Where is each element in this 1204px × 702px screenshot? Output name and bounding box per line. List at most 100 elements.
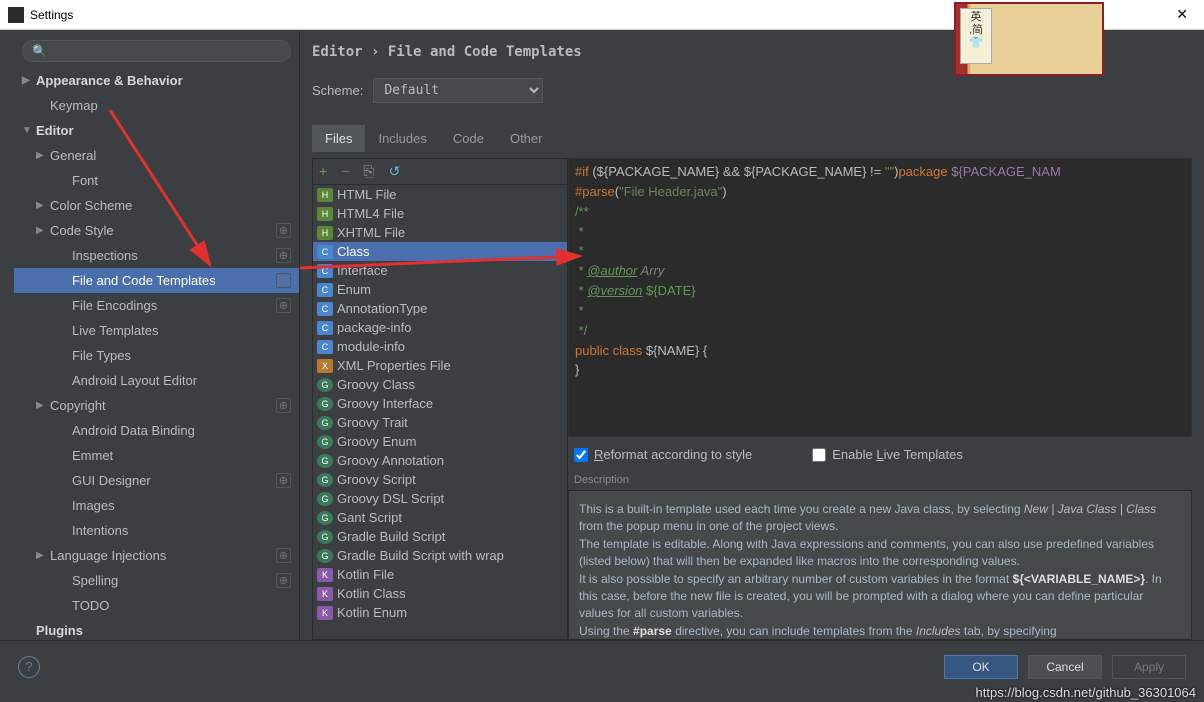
scheme-label: Scheme: — [312, 83, 363, 98]
template-item-package-info[interactable]: Cpackage-info — [313, 318, 567, 337]
sidebar-item-intentions[interactable]: Intentions — [14, 518, 299, 543]
template-item-interface[interactable]: CInterface — [313, 261, 567, 280]
template-item-groovy-dsl-script[interactable]: GGroovy DSL Script — [313, 489, 567, 508]
template-item-label: AnnotationType — [337, 301, 427, 316]
reformat-checkbox-label[interactable]: Reformat according to style — [574, 447, 752, 462]
sidebar-item-images[interactable]: Images — [14, 493, 299, 518]
sidebar-item-spelling[interactable]: Spelling⊕ — [14, 568, 299, 593]
template-item-label: Gant Script — [337, 510, 402, 525]
sidebar-item-gui-designer[interactable]: GUI Designer⊕ — [14, 468, 299, 493]
groovy-icon: G — [317, 378, 333, 392]
template-item-class[interactable]: CClass — [313, 242, 567, 261]
sidebar-item-label: Plugins — [36, 623, 83, 638]
sidebar-item-label: Live Templates — [72, 323, 158, 338]
reformat-checkbox[interactable] — [574, 448, 588, 462]
sidebar-item-code-style[interactable]: ▶Code Style⊕ — [14, 218, 299, 243]
groovy-icon: G — [317, 473, 333, 487]
reset-icon[interactable]: ↺ — [389, 163, 401, 180]
sidebar-item-file-and-code-templates[interactable]: File and Code Templates⊕ — [14, 268, 299, 293]
ok-button[interactable]: OK — [944, 655, 1018, 679]
template-list[interactable]: HHTML FileHHTML4 FileHXHTML FileCClassCI… — [313, 185, 567, 639]
template-item-enum[interactable]: CEnum — [313, 280, 567, 299]
template-item-gradle-build-script[interactable]: GGradle Build Script — [313, 527, 567, 546]
sidebar-item-label: Color Scheme — [50, 198, 132, 213]
scope-icon: ⊕ — [276, 473, 291, 488]
tree-arrow-icon: ▶ — [36, 550, 50, 561]
sidebar-item-label: Spelling — [72, 573, 118, 588]
sidebar-item-label: Images — [72, 498, 115, 513]
template-item-module-info[interactable]: Cmodule-info — [313, 337, 567, 356]
scope-icon: ⊕ — [276, 273, 291, 288]
template-list-panel: + − ⎘ ↺ HHTML FileHHTML4 FileHXHTML File… — [312, 158, 568, 640]
tab-other[interactable]: Other — [497, 125, 556, 152]
template-item-gant-script[interactable]: GGant Script — [313, 508, 567, 527]
description-label: Description — [568, 472, 1192, 488]
sidebar-item-copyright[interactable]: ▶Copyright⊕ — [14, 393, 299, 418]
template-item-xhtml-file[interactable]: HXHTML File — [313, 223, 567, 242]
class-icon: C — [317, 302, 333, 316]
description-text: This is a built-in template used each ti… — [568, 490, 1192, 640]
template-item-label: Gradle Build Script — [337, 529, 445, 544]
sidebar-item-android-data-binding[interactable]: Android Data Binding — [14, 418, 299, 443]
sidebar-item-font[interactable]: Font — [14, 168, 299, 193]
live-templates-checkbox[interactable] — [812, 448, 826, 462]
sidebar-item-appearance-behavior[interactable]: ▶Appearance & Behavior — [14, 68, 299, 93]
template-item-label: Kotlin Enum — [337, 605, 407, 620]
search-input[interactable] — [22, 40, 291, 62]
help-icon[interactable]: ? — [18, 656, 40, 678]
tab-code[interactable]: Code — [440, 125, 497, 152]
template-item-kotlin-class[interactable]: KKotlin Class — [313, 584, 567, 603]
sidebar-item-file-types[interactable]: File Types — [14, 343, 299, 368]
sidebar-item-file-encodings[interactable]: File Encodings⊕ — [14, 293, 299, 318]
template-item-kotlin-enum[interactable]: KKotlin Enum — [313, 603, 567, 622]
settings-sidebar: 🔍 ▶Appearance & BehaviorKeymap▼Editor▶Ge… — [0, 30, 300, 640]
template-item-groovy-trait[interactable]: GGroovy Trait — [313, 413, 567, 432]
sidebar-item-language-injections[interactable]: ▶Language Injections⊕ — [14, 543, 299, 568]
settings-tree[interactable]: ▶Appearance & Behavior Keymap ▼Editor▶Gene… — [14, 68, 299, 640]
template-item-label: Interface — [337, 263, 388, 278]
sidebar-item-label: Intentions — [72, 523, 128, 538]
template-item-xml-properties-file[interactable]: XXML Properties File — [313, 356, 567, 375]
close-icon[interactable]: ✕ — [1168, 6, 1196, 23]
sidebar-item-live-templates[interactable]: Live Templates — [14, 318, 299, 343]
template-item-groovy-interface[interactable]: GGroovy Interface — [313, 394, 567, 413]
sidebar-item-android-layout-editor[interactable]: Android Layout Editor — [14, 368, 299, 393]
sidebar-item-editor[interactable]: ▼Editor — [14, 118, 299, 143]
template-item-gradle-build-script-with-wrap[interactable]: GGradle Build Script with wrap — [313, 546, 567, 565]
remove-icon[interactable]: − — [341, 163, 349, 180]
sidebar-item-inspections[interactable]: Inspections⊕ — [14, 243, 299, 268]
template-item-groovy-class[interactable]: G Groovy Class — [313, 375, 567, 394]
template-item-groovy-script[interactable]: GGroovy Script — [313, 470, 567, 489]
template-item-html4-file[interactable]: HHTML4 File — [313, 204, 567, 223]
sidebar-item-plugins[interactable]: Plugins — [14, 618, 299, 640]
template-item-kotlin-file[interactable]: KKotlin File — [313, 565, 567, 584]
live-templates-checkbox-label[interactable]: Enable Live Templates — [812, 447, 963, 462]
template-item-groovy-enum[interactable]: GGroovy Enum — [313, 432, 567, 451]
sidebar-item-general[interactable]: ▶General — [14, 143, 299, 168]
groovy-icon: G — [317, 492, 333, 506]
scheme-select[interactable]: Default — [373, 78, 543, 103]
apply-button[interactable]: Apply — [1112, 655, 1186, 679]
template-item-html-file[interactable]: HHTML File — [313, 185, 567, 204]
sidebar-item-label: Language Injections — [50, 548, 166, 563]
sidebar-item-label: Keymap — [50, 98, 98, 113]
scope-icon: ⊕ — [276, 298, 291, 313]
tab-files[interactable]: Files — [312, 125, 365, 152]
template-item-annotationtype[interactable]: C AnnotationType — [313, 299, 567, 318]
template-item-label: Groovy Class — [337, 377, 415, 392]
tab-includes[interactable]: Includes — [365, 125, 439, 152]
main-panel: Editor › File and Code Templates Scheme:… — [300, 30, 1204, 640]
template-item-groovy-annotation[interactable]: GGroovy Annotation — [313, 451, 567, 470]
sidebar-item-label: Copyright — [50, 398, 106, 413]
sidebar-item-label: File Types — [72, 348, 131, 363]
copy-icon[interactable]: ⎘ — [363, 163, 374, 180]
cancel-button[interactable]: Cancel — [1028, 655, 1102, 679]
sidebar-item-color-scheme[interactable]: ▶Color Scheme — [14, 193, 299, 218]
add-icon[interactable]: + — [319, 163, 327, 180]
code-editor[interactable]: #if (${PACKAGE_NAME} && ${PACKAGE_NAME} … — [568, 158, 1192, 437]
html-icon: H — [317, 226, 333, 240]
sidebar-item-todo[interactable]: TODO — [14, 593, 299, 618]
sidebar-item-keymap[interactable]: Keymap — [14, 93, 299, 118]
class-icon: C — [317, 245, 333, 259]
sidebar-item-emmet[interactable]: Emmet — [14, 443, 299, 468]
